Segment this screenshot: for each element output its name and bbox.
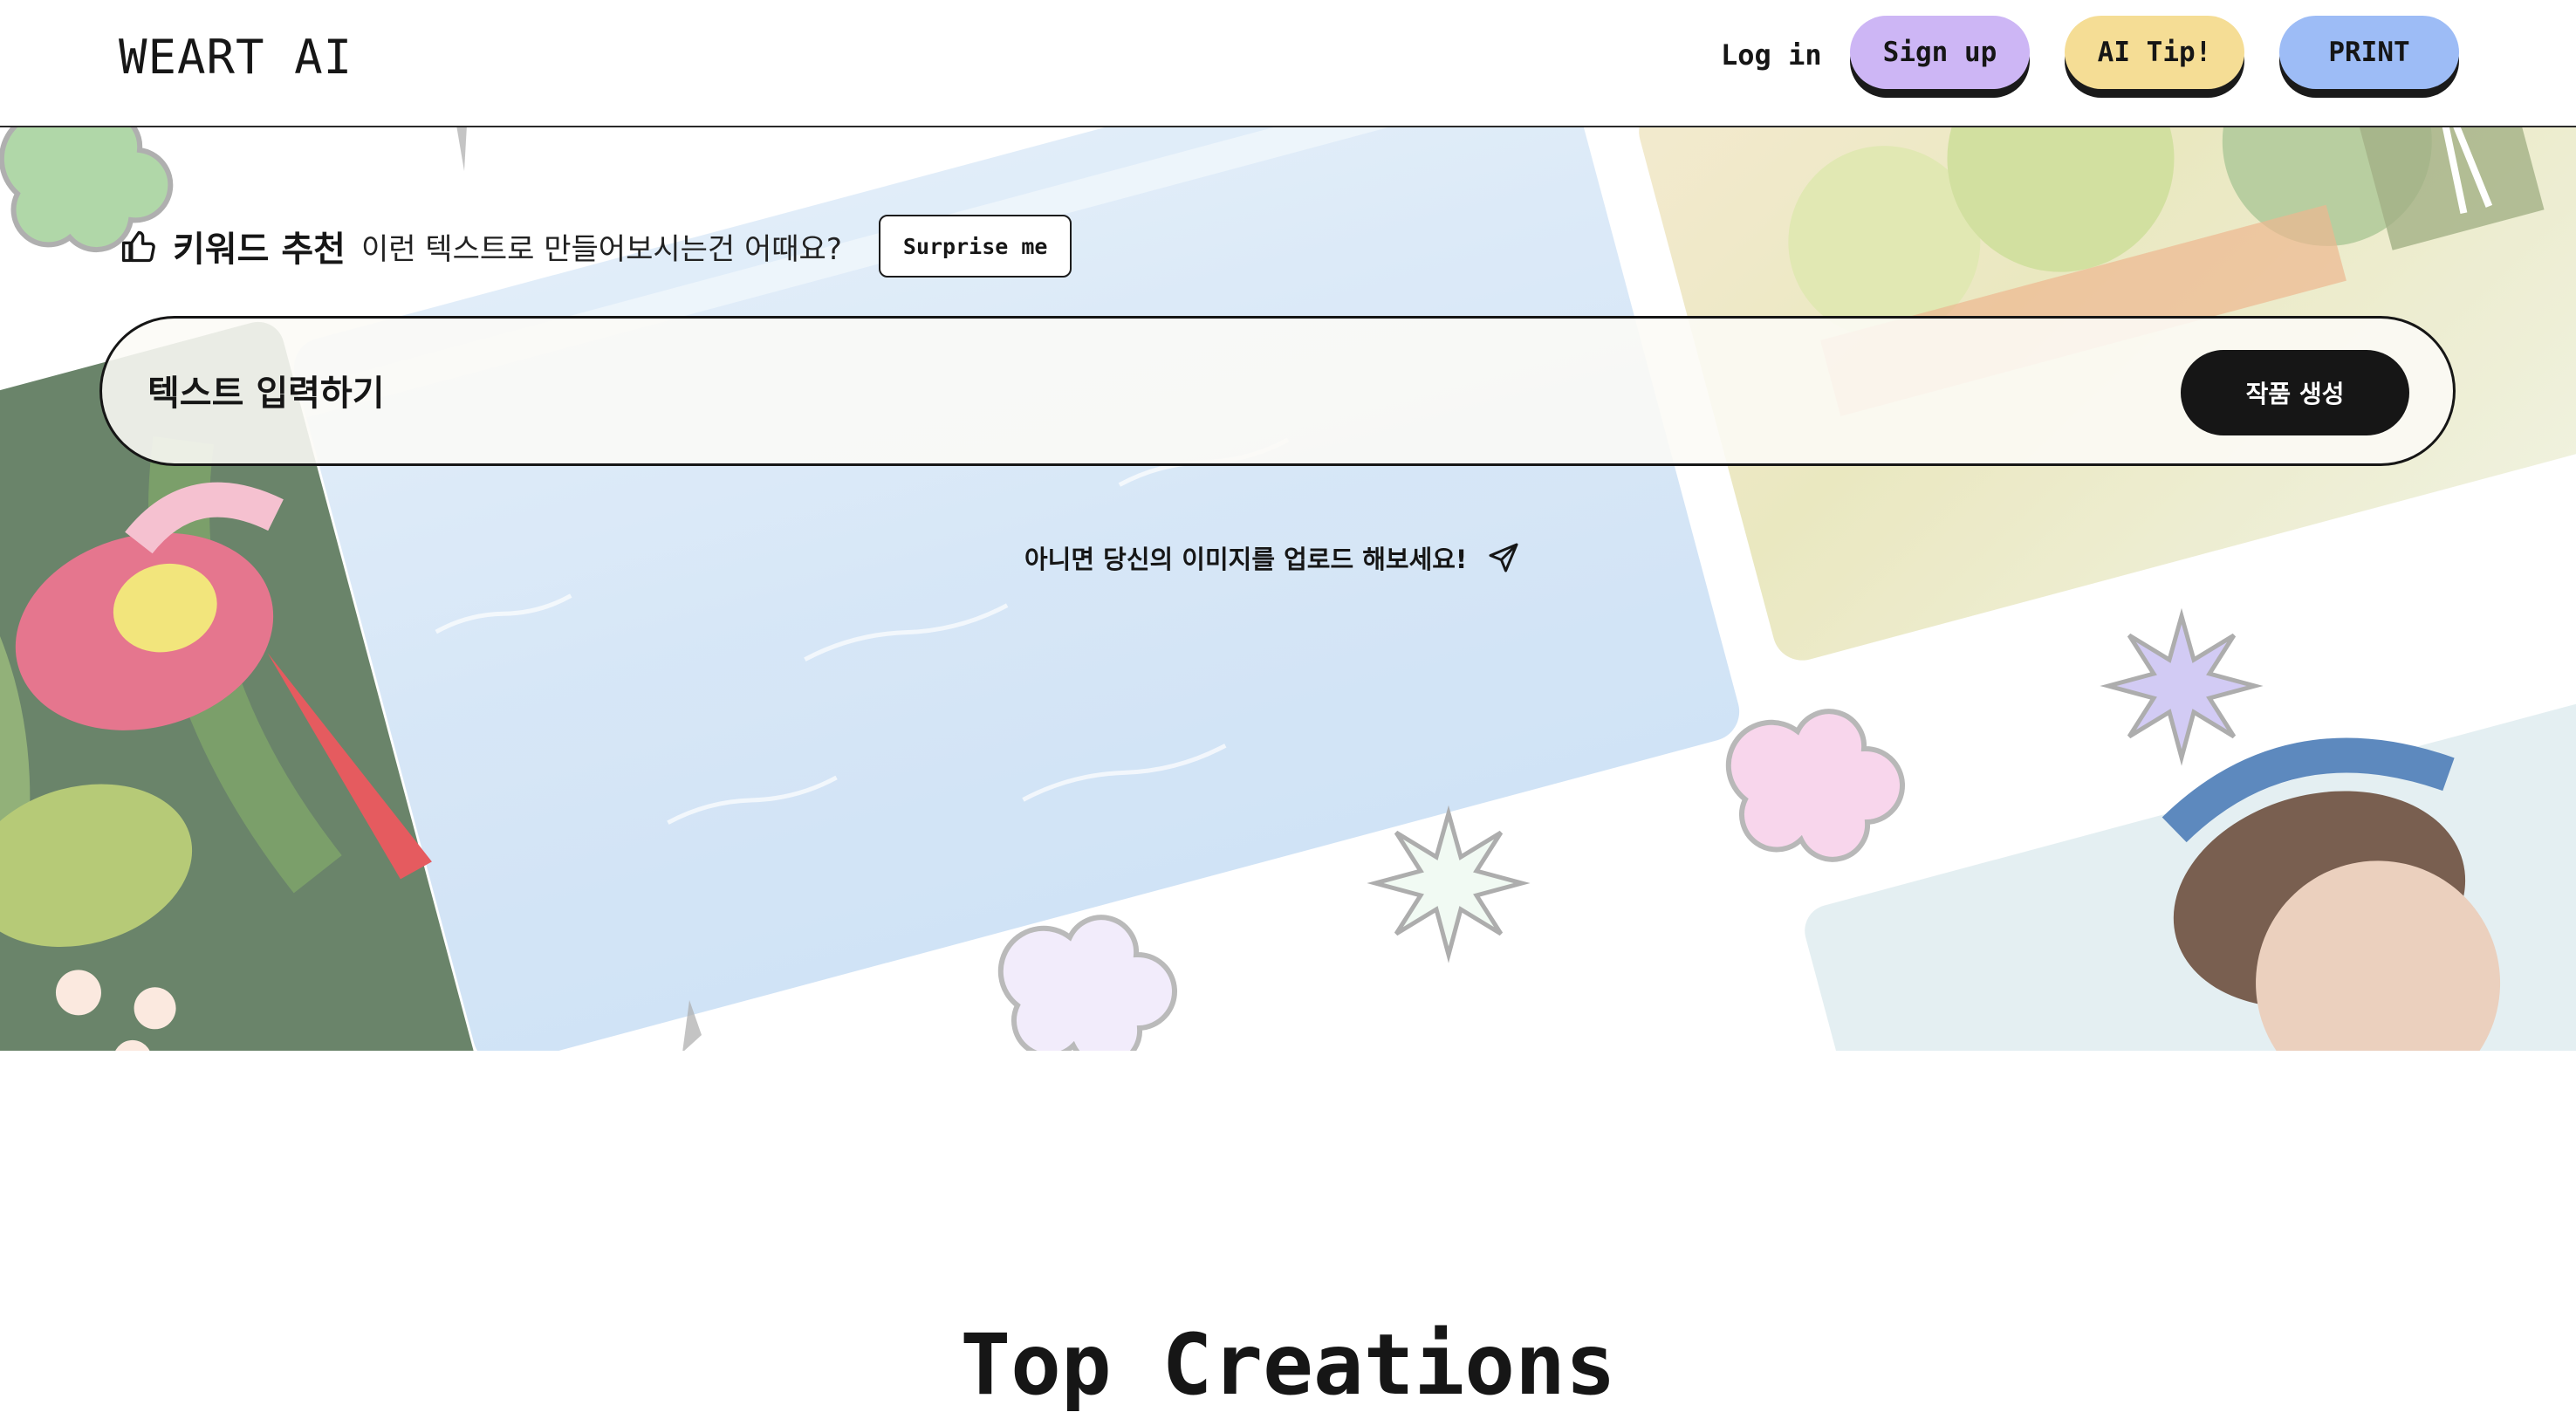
prompt-bar: 작품 생성	[99, 316, 2456, 466]
print-button[interactable]: PRINT	[2279, 16, 2459, 89]
surprise-me-button[interactable]: Surprise me	[878, 215, 1072, 278]
keyword-suggestion-row: 키워드 추천 이런 텍스트로 만들어보시는건 어때요? Surprise me	[120, 215, 1072, 278]
ai-tip-label: AI Tip!	[2097, 37, 2212, 68]
send-icon	[1489, 543, 1518, 572]
logo[interactable]: WEART AI	[119, 30, 353, 85]
prompt-text-input[interactable]	[146, 360, 2156, 427]
keyword-subtitle: 이런 텍스트로 만들어보시는건 어때요?	[360, 231, 842, 267]
print-label: PRINT	[2328, 37, 2410, 68]
ai-tip-button[interactable]: AI Tip!	[2065, 16, 2244, 89]
hero-section: 키워드 추천 이런 텍스트로 만들어보시는건 어때요? Surprise me …	[0, 127, 2576, 1051]
thumbs-up-icon	[122, 230, 155, 263]
top-navigation: WEART AI Log in Sign up AI Tip! PRINT	[0, 0, 2576, 127]
upload-text: 아니면 당신의 이미지를 업로드 해보세요!	[1024, 545, 1468, 574]
keyword-title: 키워드 추천	[173, 230, 346, 270]
upload-image-link[interactable]: 아니면 당신의 이미지를 업로드 해보세요!	[1024, 534, 1521, 581]
signup-button[interactable]: Sign up	[1850, 16, 2030, 89]
signup-label: Sign up	[1882, 37, 1997, 68]
login-link[interactable]: Log in	[1721, 38, 1822, 72]
generate-artwork-button[interactable]: 작품 생성	[2181, 350, 2409, 435]
top-creations-title: Top Creations	[960, 1316, 1616, 1414]
